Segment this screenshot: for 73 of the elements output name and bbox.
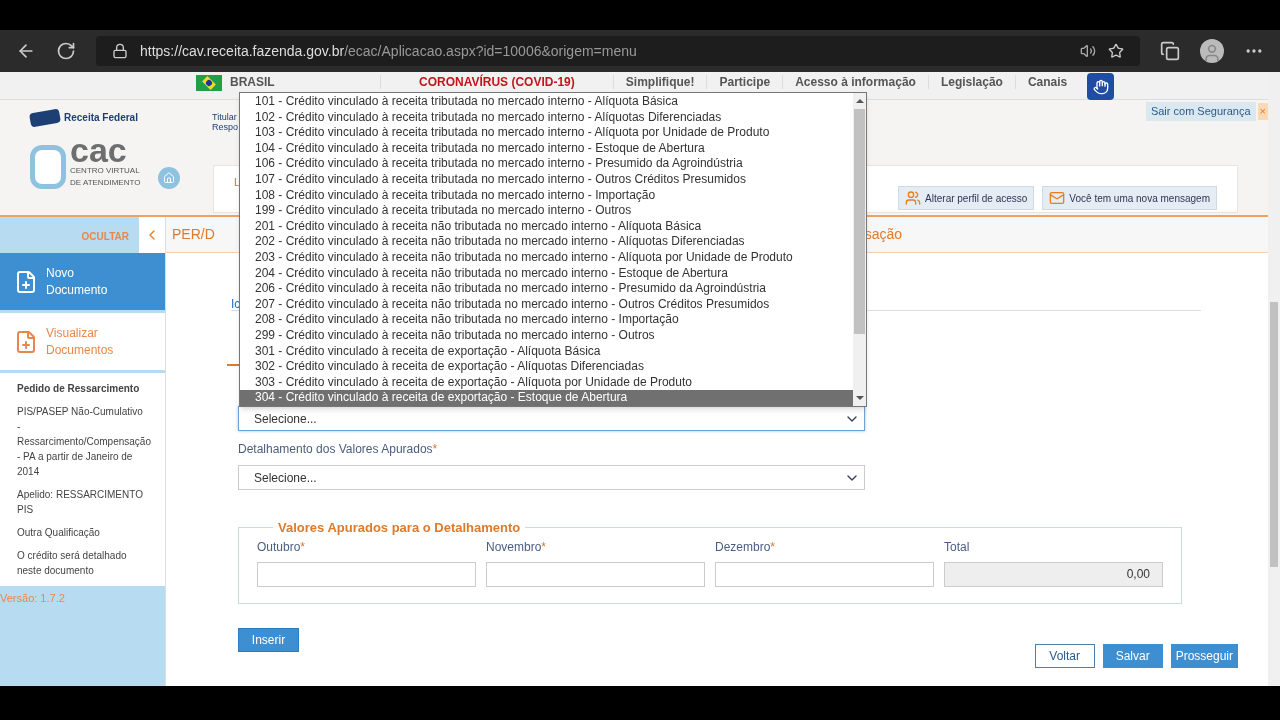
- document-icon: [14, 329, 38, 354]
- value-input[interactable]: [715, 561, 934, 587]
- value-input[interactable]: 0,00: [944, 561, 1163, 587]
- field-label: Novembro*: [486, 538, 548, 556]
- dropdown-option[interactable]: 204 - Crédito vinculado à receita não tributada no mercado interno - Estoque de Abertura: [240, 265, 853, 282]
- dropdown-option[interactable]: 108 - Crédito vinculado à receita tributada no mercado interno - Importação: [240, 187, 853, 204]
- gov-link[interactable]: Acesso à informação: [782, 75, 928, 89]
- brand-name: Receita Federal: [64, 111, 138, 125]
- dropdown-option[interactable]: 102 - Crédito vinculado à receita tributada no mercado interno - Alíquotas Diferenciadas: [240, 109, 853, 126]
- lock-icon: [112, 43, 128, 59]
- message-button[interactable]: Você tem uma nova mensagem: [1042, 186, 1217, 210]
- new-document-icon: [14, 269, 38, 294]
- dropdown-option[interactable]: 103 - Crédito vinculado à receita tributada no mercado interno - Alíquota por Unidade de Produto: [240, 125, 853, 141]
- users-icon: [905, 190, 922, 206]
- dropdown-option[interactable]: 304 - Crédito vinculado à receita de exportação - Estoque de Abertura: [240, 390, 853, 406]
- country-label[interactable]: BRASIL: [230, 75, 380, 89]
- reload-icon[interactable]: [56, 41, 76, 61]
- dropdown-option[interactable]: 302 - Crédito vinculado à receita de exportação - Alíquotas Diferenciadas: [240, 359, 853, 375]
- detail-select[interactable]: Selecione...: [238, 465, 865, 490]
- logo-text: cac: [70, 135, 127, 165]
- document-info-text: Pedido de Ressarcimento: [17, 382, 141, 396]
- dropdown-option[interactable]: 207 - Crédito vinculado à receita não tributada no mercado interno - Outros Créditos Presumidos: [240, 296, 853, 313]
- action-button[interactable]: Voltar: [1034, 644, 1095, 668]
- dropdown-option[interactable]: 203 - Crédito vinculado à receita não tributada no mercado interno - Alíquota por Unidade de Produto: [240, 249, 853, 266]
- gov-link[interactable]: Participe: [706, 75, 783, 89]
- dropdown-option[interactable]: 106 - Crédito vinculado à receita tributada no mercado interno - Presumido da Agroindústria: [240, 156, 853, 172]
- user-info-text: Titular: [212, 112, 238, 122]
- read-aloud-icon[interactable]: [1080, 43, 1096, 59]
- page-title: PER/D: [172, 225, 215, 244]
- user-info-text: Respo: [212, 122, 238, 132]
- dropdown-option[interactable]: 299 - Crédito vinculado à receita não tributada no mercado interno - Outros: [240, 327, 853, 344]
- dropdown-scrollbar[interactable]: [853, 93, 866, 406]
- change-profile-button[interactable]: Alterar perfil de acesso: [898, 186, 1035, 210]
- profile-icon[interactable]: [1200, 39, 1224, 63]
- ecac-logo-icon: [30, 145, 66, 189]
- dropdown-option[interactable]: 199 - Crédito vinculado à receita tributada no mercado interno - Outros: [240, 203, 853, 219]
- logo-subtitle: DE ATENDIMENTO: [70, 177, 141, 189]
- gov-link[interactable]: CORONAVÍRUS (COVID-19): [380, 75, 613, 89]
- value-input[interactable]: [257, 561, 476, 587]
- logout-link[interactable]: Sair com Segurança: [1145, 102, 1256, 121]
- field-label: Outubro*: [257, 538, 307, 556]
- dropdown-option[interactable]: 101 - Crédito vinculado à receita tributada no mercado interno - Alíquota Básica: [240, 94, 853, 110]
- fieldset-legend: Valores Apurados para o Detalhamento: [273, 518, 526, 538]
- document-info-text: Apelido: RESSARCIMENTO PIS: [17, 488, 144, 517]
- dropdown-option[interactable]: 201 - Crédito vinculado à receita não tributada no mercado interno - Alíquota Básica: [240, 218, 853, 235]
- field-label: Detalhamento dos Valores Apurados*: [238, 441, 439, 458]
- flag-icon: [196, 75, 222, 91]
- gov-link[interactable]: Legislação: [927, 75, 1015, 89]
- gov-link[interactable]: Canais: [1014, 75, 1080, 89]
- credit-type-select[interactable]: Selecione...: [238, 406, 865, 431]
- dropdown-option[interactable]: 104 - Crédito vinculado à receita tributada no mercado interno - Estoque de Abertura: [240, 140, 853, 157]
- document-info-text: O crédito será detalhado neste documento: [17, 549, 128, 578]
- dropdown-option[interactable]: 303 - Crédito vinculado à receita de exportação - Alíquota por Unidade de Produto: [240, 374, 853, 391]
- field-label: Total: [944, 538, 971, 556]
- address-bar[interactable]: https://cav.receita.fazenda.gov.br/ecac/Aplicacao.aspx?id=10006&origem=menu: [96, 36, 1140, 66]
- collections-icon[interactable]: [1160, 41, 1180, 61]
- logo-subtitle: CENTRO VIRTUAL: [70, 165, 141, 177]
- version-text: Versão: 1.7.2: [0, 591, 66, 606]
- favorite-icon[interactable]: [1108, 43, 1124, 59]
- dropdown-option[interactable]: 301 - Crédito vinculado à receita de exportação - Alíquota Básica: [240, 343, 853, 360]
- dropdown-option[interactable]: 202 - Crédito vinculado à receita não tributada no mercado interno - Alíquotas Diferenciadas: [240, 234, 853, 250]
- value-input[interactable]: [486, 561, 705, 587]
- receita-logo-icon: [29, 108, 61, 127]
- scrollbar[interactable]: [1268, 72, 1280, 686]
- document-info-text: Outra Qualificação: [17, 526, 101, 540]
- field-label: Dezembro*: [715, 538, 777, 556]
- gov-link[interactable]: Simplifique!: [612, 75, 707, 89]
- mail-icon: [1049, 190, 1066, 206]
- dropdown-option[interactable]: 107 - Crédito vinculado à receita tributada no mercado interno - Outros Créditos Presumidos: [240, 171, 853, 188]
- url-text: https://cav.receita.fazenda.gov.br/ecac/Aplicacao.aspx?id=10006&origem=menu: [140, 41, 637, 61]
- dropdown-option[interactable]: 208 - Crédito vinculado à receita não tributada no mercado interno - Importação: [240, 312, 853, 328]
- sign-language-icon[interactable]: [1087, 73, 1115, 100]
- dropdown-option[interactable]: 206 - Crédito vinculado à receita não tributada no mercado interno - Presumido da Agroindústria: [240, 281, 853, 297]
